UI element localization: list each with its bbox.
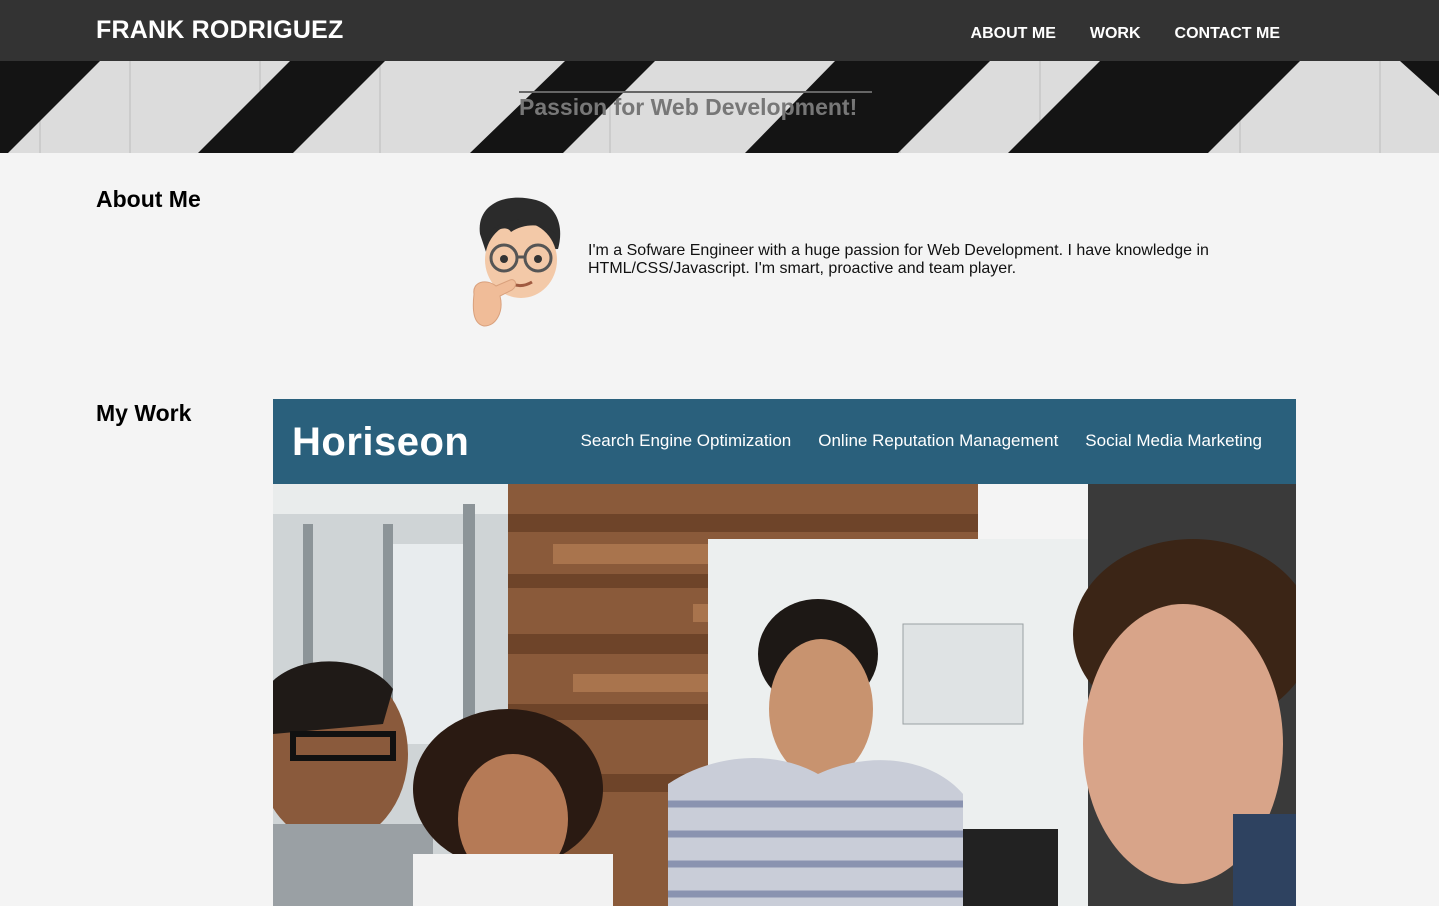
about-description: I'm a Sofware Engineer with a huge passi… [588,242,1209,277]
top-navbar: FRANK RODRIGUEZ ABOUT ME WORK CONTACT ME [0,0,1439,61]
about-heading: About Me [96,186,201,212]
project-logo: Horiseon [292,420,470,464]
hero-title: Passion for Web Development! [519,91,872,121]
project-nav: Search Engine Optimization Online Reputa… [581,431,1262,451]
work-heading: My Work [96,400,192,426]
hero-banner: Passion for Web Development! [0,61,1439,153]
project-preview-horiseon[interactable]: Horiseon Search Engine Optimization Onli… [273,399,1296,906]
nav-work[interactable]: WORK [1090,25,1141,43]
project-header: Horiseon Search Engine Optimization Onli… [273,399,1296,484]
project-nav-item: Online Reputation Management [818,431,1059,450]
memoji-avatar-icon [472,197,561,327]
nav-about-me[interactable]: ABOUT ME [971,25,1056,43]
team-meeting-photo [273,484,1296,906]
project-nav-item: Social Media Marketing [1085,431,1262,450]
project-nav-item: Search Engine Optimization [580,431,792,450]
nav-contact-me[interactable]: CONTACT ME [1175,25,1280,43]
site-brand[interactable]: FRANK RODRIGUEZ [96,16,343,45]
main-nav: ABOUT ME WORK CONTACT ME [971,25,1280,43]
